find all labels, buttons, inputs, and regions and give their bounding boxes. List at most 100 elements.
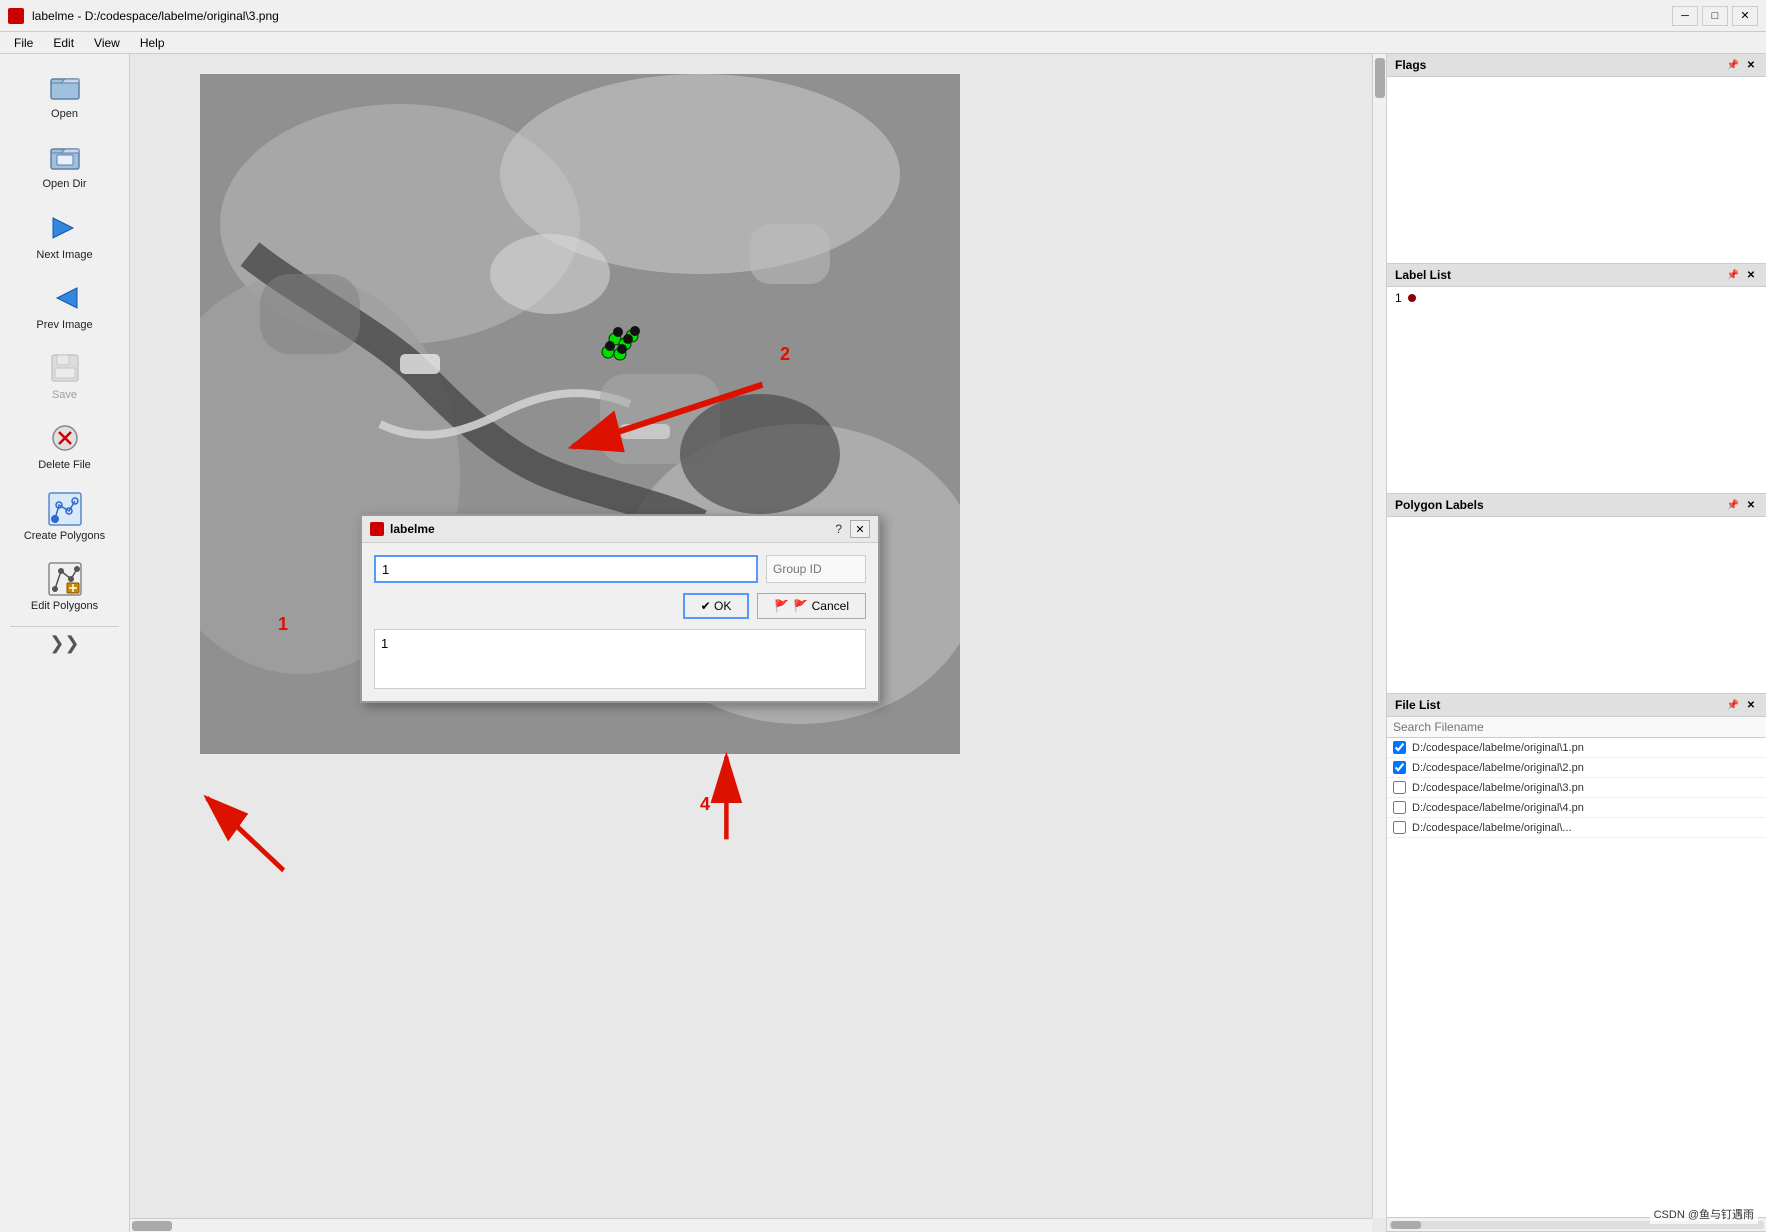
open-button[interactable]: Open xyxy=(10,62,120,128)
save-label: Save xyxy=(52,388,77,402)
search-filename-input[interactable] xyxy=(1387,717,1766,738)
file-item-3[interactable]: D:/codespace/labelme/original\3.pn xyxy=(1387,778,1766,798)
flags-title: Flags xyxy=(1395,58,1426,72)
menu-view[interactable]: View xyxy=(84,34,130,52)
file-name-5: D:/codespace/labelme/original\... xyxy=(1412,822,1572,834)
main-layout: Open Open Dir Next Image xyxy=(0,54,1766,1232)
window-controls: ─ □ ✕ xyxy=(1672,6,1758,26)
prev-image-icon xyxy=(47,280,83,316)
open-label: Open xyxy=(51,107,78,121)
flags-content xyxy=(1387,77,1766,263)
polygon-labels-section: Polygon Labels 📌 ✕ xyxy=(1387,494,1766,694)
flags-section: Flags 📌 ✕ xyxy=(1387,54,1766,264)
watermark: CSDN @鱼与钉遇雨 xyxy=(1650,1204,1758,1224)
file-name-2: D:/codespace/labelme/original\2.pn xyxy=(1412,762,1584,774)
delete-file-icon xyxy=(47,420,83,456)
file-name-3: D:/codespace/labelme/original\3.pn xyxy=(1412,782,1584,794)
label-color-dot xyxy=(1408,294,1416,302)
label-list-content: 1 xyxy=(1387,287,1766,493)
file-checkbox-1[interactable] xyxy=(1393,741,1406,754)
dialog-input-row xyxy=(374,555,866,583)
flags-close-icon[interactable]: ✕ xyxy=(1744,58,1758,72)
create-polygons-button[interactable]: Create Polygons xyxy=(10,484,120,550)
file-item-1[interactable]: D:/codespace/labelme/original\1.pn xyxy=(1387,738,1766,758)
file-item-5[interactable]: D:/codespace/labelme/original\... xyxy=(1387,818,1766,838)
edit-polygons-button[interactable]: Edit Polygons xyxy=(10,554,120,620)
group-id-input[interactable] xyxy=(766,555,866,583)
label-list-header-icons: 📌 ✕ xyxy=(1726,268,1758,282)
close-button[interactable]: ✕ xyxy=(1732,6,1758,26)
next-image-button[interactable]: Next Image xyxy=(10,203,120,269)
next-image-label: Next Image xyxy=(36,248,92,262)
flags-header: Flags 📌 ✕ xyxy=(1387,54,1766,77)
delete-file-button[interactable]: Delete File xyxy=(10,413,120,479)
label-number: 1 xyxy=(1395,291,1402,305)
file-hscroll-handle[interactable] xyxy=(1391,1221,1421,1229)
save-button[interactable]: Save xyxy=(10,343,120,409)
open-icon xyxy=(47,69,83,105)
annotation-label-4: 4 xyxy=(700,794,710,815)
flags-pin-icon[interactable]: 📌 xyxy=(1726,58,1740,72)
label-input[interactable] xyxy=(374,555,758,583)
title-bar: labelme - D:/codespace/labelme/original\… xyxy=(0,0,1766,32)
label-list-pin-icon[interactable]: 📌 xyxy=(1726,268,1740,282)
file-list-section: File List 📌 ✕ D:/codespace/labelme/origi… xyxy=(1387,694,1766,1232)
label-list-title: Label List xyxy=(1395,268,1451,282)
prev-image-button[interactable]: Prev Image xyxy=(10,273,120,339)
dialog-close-button[interactable]: ✕ xyxy=(850,520,870,538)
dialog-listbox[interactable]: 1 xyxy=(374,629,866,689)
label-list-header: Label List 📌 ✕ xyxy=(1387,264,1766,287)
maximize-button[interactable]: □ xyxy=(1702,6,1728,26)
horizontal-scrollbar[interactable] xyxy=(130,1218,1372,1232)
polygon-labels-header: Polygon Labels 📌 ✕ xyxy=(1387,494,1766,517)
menu-edit[interactable]: Edit xyxy=(43,34,84,52)
file-item-2[interactable]: D:/codespace/labelme/original\2.pn xyxy=(1387,758,1766,778)
menu-file[interactable]: File xyxy=(4,34,43,52)
canvas-area[interactable]: labelme ? ✕ ✔ OK 🚩 🚩 Cancel xyxy=(130,54,1386,1232)
file-list-title: File List xyxy=(1395,698,1440,712)
edit-polygons-label: Edit Polygons xyxy=(31,599,98,613)
file-list-header-icons: 📌 ✕ xyxy=(1726,698,1758,712)
file-checkbox-3[interactable] xyxy=(1393,781,1406,794)
label-dialog: labelme ? ✕ ✔ OK 🚩 🚩 Cancel xyxy=(360,514,880,703)
minimize-button[interactable]: ─ xyxy=(1672,6,1698,26)
dialog-titlebar: labelme ? ✕ xyxy=(362,516,878,543)
cancel-button[interactable]: 🚩 🚩 Cancel xyxy=(757,593,866,619)
file-item-4[interactable]: D:/codespace/labelme/original\4.pn xyxy=(1387,798,1766,818)
window-title: labelme - D:/codespace/labelme/original\… xyxy=(32,9,279,23)
polygon-labels-pin-icon[interactable]: 📌 xyxy=(1726,498,1740,512)
edit-polygons-icon xyxy=(47,561,83,597)
save-icon xyxy=(47,350,83,386)
file-checkbox-5[interactable] xyxy=(1393,821,1406,834)
label-list-close-icon[interactable]: ✕ xyxy=(1744,268,1758,282)
dialog-help-button[interactable]: ? xyxy=(835,522,842,536)
toolbar-more-button[interactable]: ❯❯ xyxy=(4,633,125,654)
next-image-icon xyxy=(47,210,83,246)
dialog-title-text: labelme xyxy=(390,522,435,536)
label-list-item[interactable]: 1 xyxy=(1387,287,1766,309)
open-dir-button[interactable]: Open Dir xyxy=(10,132,120,198)
delete-file-label: Delete File xyxy=(38,458,91,472)
prev-image-label: Prev Image xyxy=(36,318,92,332)
dialog-buttons: ✔ OK 🚩 🚩 Cancel xyxy=(374,593,866,619)
cancel-flag-icon: 🚩 xyxy=(774,599,789,613)
create-polygons-label: Create Polygons xyxy=(24,529,105,543)
left-toolbar: Open Open Dir Next Image xyxy=(0,54,130,1232)
ok-button[interactable]: ✔ OK xyxy=(683,593,750,619)
menu-help[interactable]: Help xyxy=(130,34,175,52)
file-name-4: D:/codespace/labelme/original\4.pn xyxy=(1412,802,1584,814)
polygon-labels-close-icon[interactable]: ✕ xyxy=(1744,498,1758,512)
dialog-title: labelme xyxy=(370,522,435,536)
toolbar-separator xyxy=(10,626,119,627)
vertical-scrollbar[interactable] xyxy=(1372,54,1386,1218)
file-checkbox-2[interactable] xyxy=(1393,761,1406,774)
file-list-pin-icon[interactable]: 📌 xyxy=(1726,698,1740,712)
app-icon xyxy=(8,8,24,24)
create-polygons-icon xyxy=(47,491,83,527)
file-list-close-icon[interactable]: ✕ xyxy=(1744,698,1758,712)
file-name-1: D:/codespace/labelme/original\1.pn xyxy=(1412,742,1584,754)
file-checkbox-4[interactable] xyxy=(1393,801,1406,814)
dialog-list-item[interactable]: 1 xyxy=(381,636,388,651)
flags-header-icons: 📌 ✕ xyxy=(1726,58,1758,72)
polygon-labels-title: Polygon Labels xyxy=(1395,498,1484,512)
